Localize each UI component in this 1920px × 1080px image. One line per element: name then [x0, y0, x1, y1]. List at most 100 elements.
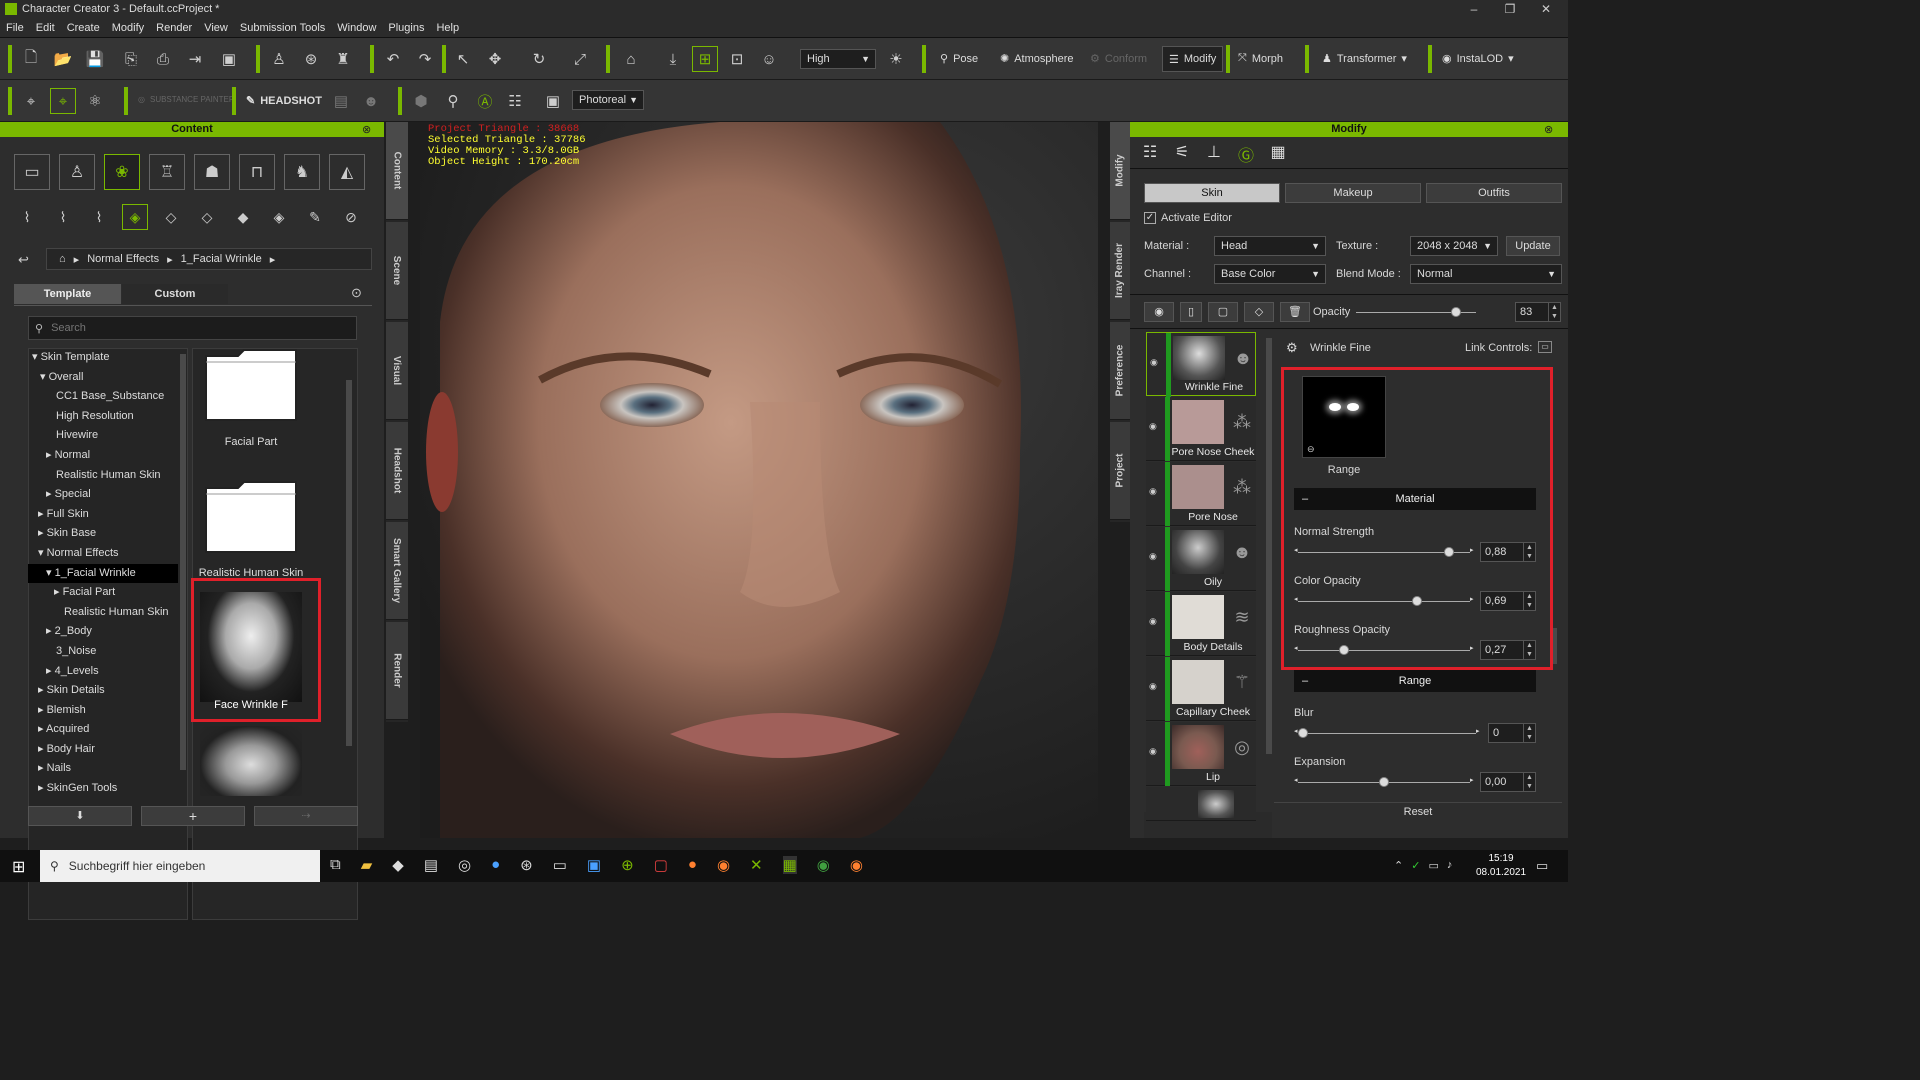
- menu-create[interactable]: Create: [61, 22, 106, 34]
- expansion-input[interactable]: 0,00 ▲ ▼: [1480, 772, 1536, 792]
- bake-icon[interactable]: ⚛: [82, 88, 108, 114]
- menu-file[interactable]: File: [0, 22, 30, 34]
- tab-outfits[interactable]: Outfits: [1426, 183, 1562, 203]
- transformer-button[interactable]: ♟ Transformer ▾: [1322, 52, 1407, 66]
- blur-knob[interactable]: [1298, 728, 1308, 738]
- morph-button[interactable]: ⤧ Morph: [1238, 52, 1283, 65]
- checker-icon[interactable]: ▦: [1266, 142, 1290, 166]
- subcat-icon[interactable]: ◈: [266, 204, 292, 230]
- chrome-icon[interactable]: ◉: [817, 856, 830, 874]
- motion-icon[interactable]: ⚟: [1170, 142, 1194, 166]
- tree-item[interactable]: ▾ Skin Template: [28, 348, 178, 368]
- tree-item[interactable]: Realistic Human Skin: [28, 466, 178, 486]
- settings-sliders-icon[interactable]: ☷: [502, 88, 528, 114]
- activate-editor[interactable]: ✓ Activate Editor: [1144, 212, 1232, 224]
- new-file-icon[interactable]: 🗋: [18, 46, 44, 72]
- menu-window[interactable]: Window: [331, 22, 382, 34]
- redo-icon[interactable]: ↷: [412, 46, 438, 72]
- tab-modify[interactable]: Modify: [1110, 122, 1130, 220]
- range-section-header[interactable]: – Range: [1294, 670, 1536, 692]
- close-panel-icon[interactable]: ⊗: [1544, 123, 1553, 136]
- tree-item[interactable]: ▸ 4_Levels: [28, 662, 178, 682]
- tree-item[interactable]: ▸ Special: [28, 485, 178, 505]
- normal-effects-icon[interactable]: ◈: [122, 204, 148, 230]
- breadcrumb-item[interactable]: 1_Facial Wrinkle: [181, 253, 262, 265]
- attach-icon[interactable]: ⊥: [1202, 142, 1226, 166]
- item-realistic-human-skin[interactable]: [204, 480, 298, 554]
- menu-plugins[interactable]: Plugins: [382, 22, 430, 34]
- blend-mode-select[interactable]: Normal ▼: [1410, 264, 1562, 284]
- search-input[interactable]: [51, 322, 332, 334]
- file-explorer-icon[interactable]: ▰: [361, 856, 373, 874]
- tab-smart-gallery[interactable]: Smart Gallery: [386, 522, 408, 620]
- subcat-icon[interactable]: ⌇: [86, 204, 112, 230]
- tab-content[interactable]: Content: [386, 122, 408, 220]
- pose-icon[interactable]: ♞: [284, 154, 320, 190]
- app-icon[interactable]: ▭: [553, 856, 567, 874]
- notification-icon[interactable]: ▭: [1536, 858, 1548, 874]
- clock[interactable]: 15:19 08.01.2021: [1476, 852, 1526, 880]
- eye-icon[interactable]: ◉: [1150, 357, 1162, 368]
- undo-icon[interactable]: ↶: [380, 46, 406, 72]
- update-button[interactable]: Update: [1506, 236, 1560, 256]
- eye-icon[interactable]: ◉: [1149, 616, 1161, 627]
- fit-icon[interactable]: ⊡: [724, 46, 750, 72]
- tree-item[interactable]: ▸ Blemish: [28, 701, 178, 721]
- network-icon[interactable]: ▭: [1428, 859, 1438, 872]
- breadcrumb-item[interactable]: Normal Effects: [87, 253, 159, 265]
- item-facial-part[interactable]: [204, 348, 298, 422]
- sliders-icon[interactable]: ☷: [1138, 142, 1162, 166]
- menu-help[interactable]: Help: [430, 22, 465, 34]
- expansion-knob[interactable]: [1379, 777, 1389, 787]
- menu-render[interactable]: Render: [150, 22, 198, 34]
- layer-item[interactable]: ◉ ⁂ Pore Nose Cheek: [1146, 397, 1256, 461]
- collapse-icon[interactable]: ⊙: [351, 285, 362, 301]
- eye-icon[interactable]: ◉: [1149, 746, 1161, 757]
- blender-icon[interactable]: ◉: [717, 856, 730, 874]
- search-box[interactable]: ⚲: [28, 316, 357, 340]
- channel-select[interactable]: Base Color ▼: [1214, 264, 1326, 284]
- eye-icon[interactable]: ◉: [1149, 551, 1161, 562]
- move-icon[interactable]: ✥: [482, 46, 508, 72]
- render-window-icon[interactable]: ▣: [540, 88, 566, 114]
- tree-item[interactable]: ▾ Overall: [28, 368, 178, 388]
- subcat-icon[interactable]: ◆: [230, 204, 256, 230]
- tree-item[interactable]: ▾ Normal Effects: [28, 544, 178, 564]
- save-icon[interactable]: 💾: [82, 46, 108, 72]
- taskbar-search[interactable]: ⚲ Suchbegriff hier eingeben: [40, 850, 320, 882]
- stepper-icon[interactable]: ▲ ▼: [1548, 303, 1560, 321]
- character-icon[interactable]: ♙: [266, 46, 292, 72]
- blender-icon[interactable]: ◉: [850, 856, 863, 874]
- light-icon[interactable]: ☀: [883, 46, 909, 72]
- 3d-viewport[interactable]: Project Triangle : 38668 Selected Triang…: [420, 122, 1098, 838]
- skin-icon[interactable]: ❀: [104, 154, 140, 190]
- pose-figure-icon[interactable]: ♜: [330, 46, 356, 72]
- auto-icon[interactable]: Ⓐ: [472, 88, 498, 114]
- visibility-icon[interactable]: ◉: [1144, 302, 1174, 322]
- slider-left-arrow-icon[interactable]: ◂: [1294, 776, 1298, 784]
- tree-item[interactable]: High Resolution: [28, 407, 178, 427]
- close-button[interactable]: ✕: [1528, 0, 1564, 18]
- tab-render[interactable]: Render: [386, 622, 408, 720]
- scale-icon[interactable]: ⤢: [567, 46, 593, 72]
- character-creator-icon[interactable]: ▦: [782, 856, 797, 874]
- opacity-slider-knob[interactable]: [1450, 307, 1461, 317]
- tree-item[interactable]: ▸ Acquired: [28, 720, 178, 740]
- app-icon[interactable]: ✕: [750, 856, 763, 874]
- volume-icon[interactable]: ♪: [1447, 859, 1453, 872]
- instalod-button[interactable]: ◉ InstaLOD ▾: [1442, 52, 1514, 66]
- tab-preference[interactable]: Preference: [1110, 322, 1130, 420]
- props-icon[interactable]: ⊓: [239, 154, 275, 190]
- tree-item[interactable]: Hivewire: [28, 426, 178, 446]
- layer-item[interactable]: ◉ ☻ Wrinkle Fine: [1146, 332, 1256, 397]
- render-mode-select[interactable]: Photoreal ▼: [572, 90, 644, 110]
- apply-button[interactable]: ⇢: [254, 806, 358, 826]
- layer-item[interactable]: ◉ ≋ Body Details: [1146, 592, 1256, 656]
- minimize-button[interactable]: –: [1456, 0, 1492, 18]
- folder-icon[interactable]: ▭: [14, 154, 50, 190]
- new-layer-icon[interactable]: ▯: [1180, 302, 1202, 322]
- checkbox-checked-icon[interactable]: ✓: [1144, 212, 1156, 224]
- skingen-icon[interactable]: Ⓖ: [1234, 142, 1258, 166]
- import-icon[interactable]: ⎘: [118, 46, 144, 72]
- open-folder-icon[interactable]: 📂: [50, 46, 76, 72]
